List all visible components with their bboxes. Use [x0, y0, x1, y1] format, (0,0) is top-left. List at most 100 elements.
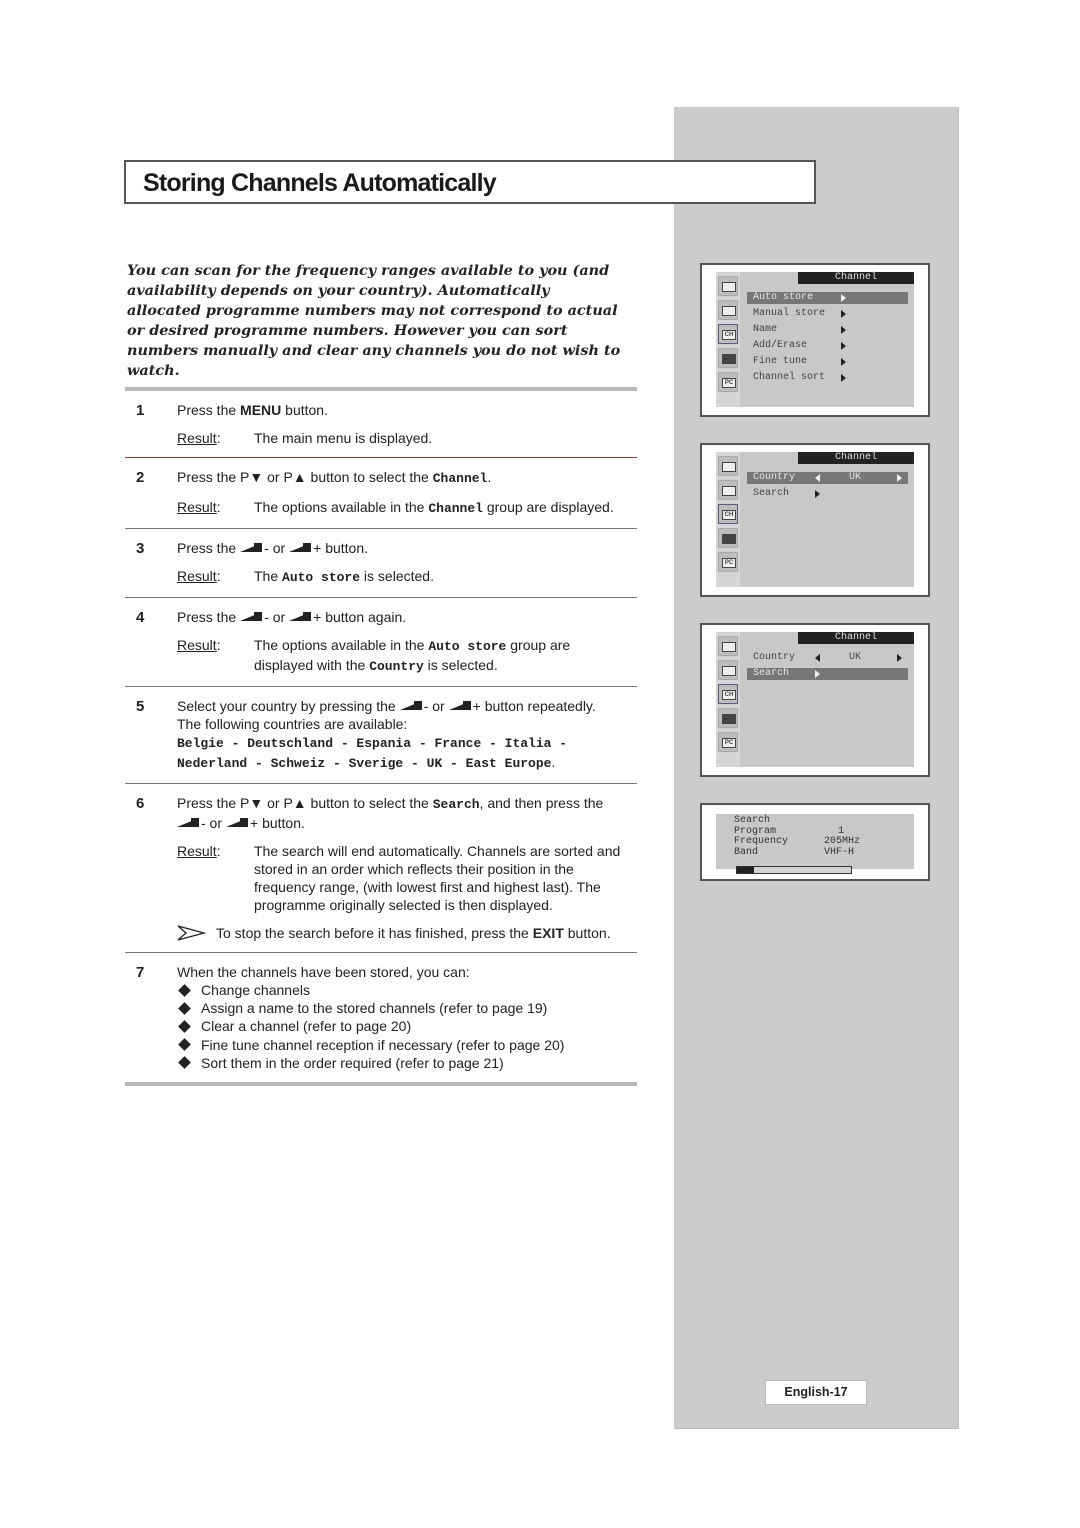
text: - or: [264, 540, 286, 556]
step-result: Result: The search will end automaticall…: [177, 842, 637, 914]
text: Select your country by pressing the: [177, 698, 396, 714]
step-instruction: When the channels have been stored, you …: [177, 964, 470, 980]
osd-header: Channel: [798, 272, 914, 284]
arrow-right-icon: [897, 474, 902, 482]
setup-icon[interactable]: [718, 528, 738, 548]
code-text: Auto store: [282, 570, 361, 585]
text: - or: [201, 815, 222, 831]
step-7: 7 When the channels have been stored, yo…: [125, 953, 637, 1082]
text: Press the: [177, 609, 237, 625]
diamond-bullet-icon: [178, 983, 191, 997]
divider: [125, 1082, 637, 1087]
picture-icon[interactable]: [718, 276, 738, 296]
result-label-text: Result: [177, 499, 217, 515]
sound-icon[interactable]: [718, 480, 738, 500]
arrow-right-icon: [841, 358, 846, 366]
text: Press the: [177, 402, 241, 418]
diamond-bullet-icon: [178, 1038, 191, 1052]
osd-item-manual-store[interactable]: Manual store: [747, 308, 908, 320]
step-number: 4: [136, 609, 145, 626]
osd-item-add-erase[interactable]: Add/Erase: [747, 340, 908, 352]
result-label: Result:: [177, 568, 221, 584]
setup-icon[interactable]: [718, 348, 738, 368]
text: - or: [423, 698, 445, 714]
osd-item-channel-sort[interactable]: Channel sort: [747, 372, 908, 384]
menu-key: MENU: [240, 402, 282, 418]
sound-icon[interactable]: [718, 660, 738, 680]
result-label-text: Result: [177, 637, 217, 653]
picture-icon[interactable]: [718, 636, 738, 656]
text: .: [487, 469, 492, 485]
osd-item-search[interactable]: Search: [747, 668, 908, 680]
text: + button.: [313, 540, 369, 556]
result-text: The search will end automatically. Chann…: [254, 843, 621, 913]
list-item: Sort them in the order required (refer t…: [177, 1054, 637, 1072]
result-text: The main menu is displayed.: [254, 430, 433, 446]
channel-icon[interactable]: CH: [718, 684, 738, 704]
step-number: 2: [136, 469, 145, 486]
osd-screen-auto-store-search: CH PC Channel Country UK Search: [700, 623, 930, 777]
sound-icon[interactable]: [718, 300, 738, 320]
result-label-text: Result: [177, 430, 217, 446]
step-3: 3 Press the - or + button. Result: The Aut…: [125, 529, 637, 597]
search-title: Search: [734, 815, 771, 826]
step-instruction: Select your country by pressing the - or +…: [177, 697, 637, 715]
result-label-text: Result: [177, 843, 217, 859]
result-label: Result:: [177, 499, 221, 515]
osd-item-country[interactable]: Country UK: [747, 472, 908, 484]
step-number: 1: [136, 402, 145, 419]
list-item: Clear a channel (refer to page 20): [177, 1017, 637, 1035]
list-item: Change channels: [177, 981, 637, 999]
note: To stop the search before it has finishe…: [176, 924, 637, 942]
options-list: Change channels Assign a name to the sto…: [177, 981, 637, 1072]
osd-item-name[interactable]: Name: [747, 324, 908, 336]
intro-paragraph: You can scan for the frequency ranges av…: [127, 262, 621, 379]
step-4: 4 Press the - or + button again. Result: T…: [125, 598, 637, 686]
osd-item-auto-store[interactable]: Auto store: [747, 292, 908, 304]
code-text: Auto store: [428, 639, 507, 654]
step-instruction-line2: The following countries are available:: [177, 716, 408, 732]
osd-item-fine-tune[interactable]: Fine tune: [747, 356, 908, 368]
arrow-left-icon: [815, 474, 820, 482]
pc-icon[interactable]: PC: [718, 732, 738, 752]
osd-icon-column: CH PC: [716, 452, 740, 587]
step-number: 6: [136, 795, 145, 812]
list-item: Fine tune channel reception if necessary…: [177, 1036, 637, 1054]
step-number: 7: [136, 964, 145, 981]
channel-icon[interactable]: CH: [718, 324, 738, 344]
step-instruction: Press the - or + button again.: [177, 608, 637, 626]
osd-header: Channel: [798, 632, 914, 644]
osd-screen-channel-menu: CH PC Channel Auto store Manual store Nam…: [700, 263, 930, 417]
step-5: 5 Select your country by pressing the - o…: [125, 687, 637, 783]
title-box: Storing Channels Automatically: [124, 160, 816, 204]
progress-fill: [737, 867, 755, 873]
osd-icon-column: CH PC: [716, 632, 740, 767]
channel-icon[interactable]: CH: [718, 504, 738, 524]
step-result: Result: The options available in the Cha…: [177, 498, 637, 518]
volume-icon: [289, 543, 311, 552]
note-text: To stop the search before it has finishe…: [216, 925, 611, 941]
step-instruction: Press the MENU button.: [177, 401, 637, 419]
code-text: Search: [432, 797, 480, 812]
text: + button again.: [313, 609, 407, 625]
page-title: Storing Channels Automatically: [143, 169, 497, 197]
volume-icon: [289, 612, 311, 621]
arrow-right-icon: [841, 310, 846, 318]
result-label-text: Result: [177, 568, 217, 584]
volume-icon: [177, 818, 199, 827]
osd-screen-auto-store-country: CH PC Channel Country UK Search: [700, 443, 930, 597]
volume-icon: [400, 701, 422, 710]
text: , and then press the: [479, 795, 604, 811]
osd-item-search[interactable]: Search: [747, 488, 908, 500]
pc-icon[interactable]: PC: [718, 372, 738, 392]
arrow-right-icon: [815, 490, 820, 498]
picture-icon[interactable]: [718, 456, 738, 476]
result-text: The options available in the Channel gro…: [254, 499, 614, 516]
osd-item-country[interactable]: Country UK: [747, 652, 908, 664]
band-row: Band VHF-H: [734, 846, 855, 858]
text: Press the P▼ or P▲ button to select the: [177, 795, 433, 811]
pc-icon[interactable]: PC: [718, 552, 738, 572]
step-6: 6 Press the P▼ or P▲ button to select th…: [125, 784, 637, 952]
exit-key: EXIT: [532, 925, 564, 941]
setup-icon[interactable]: [718, 708, 738, 728]
